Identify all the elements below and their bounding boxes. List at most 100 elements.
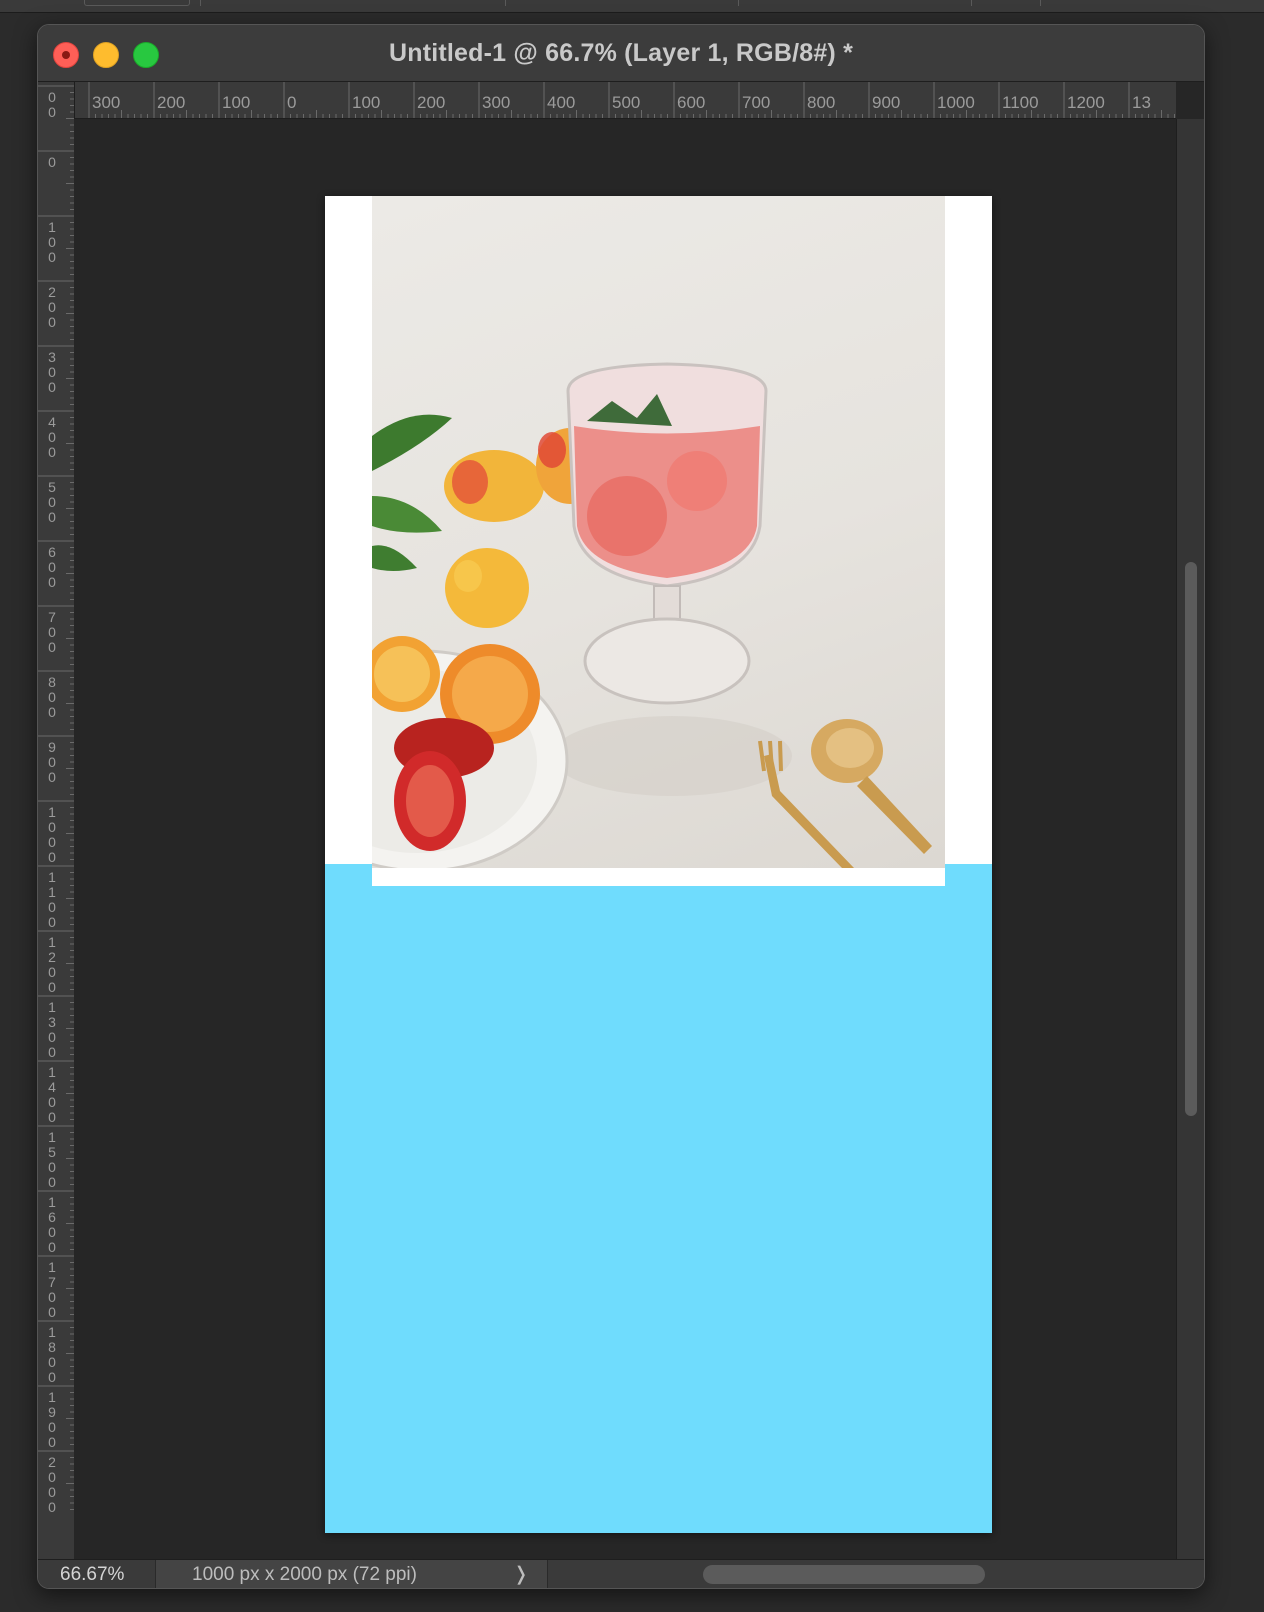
ruler-tick-label: 0 — [48, 234, 56, 250]
ruler-tick-label: 100 — [222, 93, 250, 112]
ruler-tick-label: 1 — [48, 1324, 56, 1340]
ruler-tick-label: 1 — [48, 1389, 56, 1405]
ruler-tick-label: 0 — [48, 899, 56, 915]
status-bar: 66.67% 1000 px x 2000 px (72 ppi) ❭ — [38, 1559, 1204, 1588]
ruler-tick-label: 800 — [807, 93, 835, 112]
ruler-tick-label: 8 — [48, 1339, 56, 1355]
vertical-ruler[interactable]: 0001002003004005006007008009001000110012… — [38, 82, 75, 1584]
ruler-tick-label: 0 — [48, 1094, 56, 1110]
ruler-tick-label: 100 — [352, 93, 380, 112]
ruler-tick-label: 0 — [48, 1484, 56, 1500]
ruler-tick-label: 900 — [872, 93, 900, 112]
ruler-tick-label: 1 — [48, 934, 56, 950]
ruler-tick-label: 13 — [1132, 93, 1151, 112]
ruler-tick-label: 0 — [48, 1289, 56, 1305]
ruler-tick-label: 0 — [48, 624, 56, 640]
ruler-tick-label: 0 — [48, 494, 56, 510]
ruler-tick-label: 0 — [48, 914, 56, 930]
ruler-tick-label: 1 — [48, 999, 56, 1015]
ruler-tick-label: 0 — [48, 1369, 56, 1385]
still-life-photo-illustration — [372, 362, 932, 868]
ruler-tick-label: 0 — [48, 1354, 56, 1370]
ruler-tick-label: 0 — [48, 104, 56, 120]
ruler-tick-label: 4 — [48, 414, 56, 430]
ruler-tick-label: 1 — [48, 884, 56, 900]
ruler-tick-label: 2 — [48, 284, 56, 300]
photo-frame — [372, 196, 945, 886]
vertical-scroll-thumb[interactable] — [1185, 562, 1197, 1116]
ruler-tick-label: 5 — [48, 1144, 56, 1160]
ruler-tick-label: 0 — [48, 379, 56, 395]
ruler-tick-label: 0 — [48, 689, 56, 705]
ruler-tick-label: 0 — [48, 1224, 56, 1240]
ruler-tick-label: 0 — [48, 849, 56, 865]
canvas-area[interactable] — [74, 119, 1176, 1584]
document-info-field[interactable]: 1000 px x 2000 px (72 ppi) — [156, 1560, 548, 1588]
ruler-tick-label: 0 — [48, 964, 56, 980]
ruler-tick-label: 7 — [48, 1274, 56, 1290]
ruler-tick-label: 0 — [48, 1159, 56, 1175]
ruler-tick-label: 4 — [48, 1079, 56, 1095]
ruler-tick-label: 0 — [48, 819, 56, 835]
ruler-tick-label: 1200 — [1067, 93, 1105, 112]
ruler-tick-label: 5 — [48, 479, 56, 495]
ruler-tick-label: 200 — [417, 93, 445, 112]
ruler-tick-label: 0 — [48, 429, 56, 445]
ruler-tick-label: 9 — [48, 739, 56, 755]
ruler-tick-label: 700 — [742, 93, 770, 112]
ruler-tick-label: 0 — [48, 1174, 56, 1190]
ruler-tick-label: 7 — [48, 609, 56, 625]
horizontal-ruler[interactable]: 300 200 100 0 100 200 300 400 500 600 700 800 900 100… — [38, 82, 1176, 119]
ruler-tick-label: 0 — [48, 299, 56, 315]
menu-bar-remnant — [0, 0, 1264, 13]
ruler-tick-label: 9 — [48, 1404, 56, 1420]
vertical-scrollbar[interactable] — [1176, 119, 1204, 1584]
zoom-level-field[interactable]: 66.67% — [38, 1560, 156, 1588]
ruler-tick-label: 1 — [48, 1259, 56, 1275]
ruler-tick-label: 0 — [287, 93, 296, 112]
ruler-tick-label: 0 — [48, 249, 56, 265]
ruler-tick-label: 2 — [48, 949, 56, 965]
placed-photo-layer[interactable] — [372, 196, 945, 868]
ruler-tick-label: 0 — [48, 754, 56, 770]
document-canvas[interactable] — [325, 196, 992, 1533]
title-bar[interactable]: Untitled-1 @ 66.7% (Layer 1, RGB/8#) * — [38, 25, 1204, 82]
ruler-tick-label: 200 — [157, 93, 185, 112]
ruler-tick-label: 0 — [48, 1044, 56, 1060]
window-title: Untitled-1 @ 66.7% (Layer 1, RGB/8#) * — [388, 39, 854, 67]
ruler-tick-label: 0 — [48, 1469, 56, 1485]
ruler-tick-label: 0 — [48, 704, 56, 720]
ruler-tick-label: 0 — [48, 1304, 56, 1320]
ruler-tick-label: 1 — [48, 869, 56, 885]
ruler-tick-label: 1 — [48, 1194, 56, 1210]
ruler-tick-label: 0 — [48, 574, 56, 590]
ruler-tick-label: 0 — [48, 509, 56, 525]
ruler-tick-label: 0 — [48, 1239, 56, 1255]
ruler-tick-label: 300 — [482, 93, 510, 112]
ruler-tick-label: 0 — [48, 1109, 56, 1125]
ruler-tick-label: 1100 — [1002, 93, 1039, 112]
ruler-tick-label: 300 — [92, 93, 120, 112]
ruler-tick-label: 1 — [48, 1129, 56, 1145]
ruler-tick-label: 0 — [48, 559, 56, 575]
ruler-tick-label: 0 — [48, 639, 56, 655]
ruler-tick-label: 1 — [48, 219, 56, 235]
ruler-tick-label: 0 — [48, 1434, 56, 1450]
chevron-right-icon[interactable]: ❭ — [506, 1560, 536, 1588]
ruler-tick-label: 600 — [677, 93, 705, 112]
ruler-tick-label: 0 — [48, 1419, 56, 1435]
ruler-tick-label: 0 — [48, 1499, 56, 1515]
document-window: Untitled-1 @ 66.7% (Layer 1, RGB/8#) * 3… — [37, 24, 1205, 1589]
ruler-tick-label: 0 — [48, 979, 56, 995]
ruler-tick-label: 0 — [48, 364, 56, 380]
ruler-tick-label: 0 — [48, 314, 56, 330]
ruler-tick-label: 400 — [547, 93, 575, 112]
ruler-tick-label: 3 — [48, 349, 56, 365]
ruler-tick-label: 0 — [48, 154, 56, 170]
ruler-tick-label: 500 — [612, 93, 640, 112]
ruler-tick-label: 0 — [48, 1029, 56, 1045]
ruler-tick-label: 3 — [48, 1014, 56, 1030]
horizontal-scroll-thumb[interactable] — [703, 1565, 985, 1584]
ruler-tick-label: 0 — [48, 444, 56, 460]
ruler-tick-label: 6 — [48, 1209, 56, 1225]
